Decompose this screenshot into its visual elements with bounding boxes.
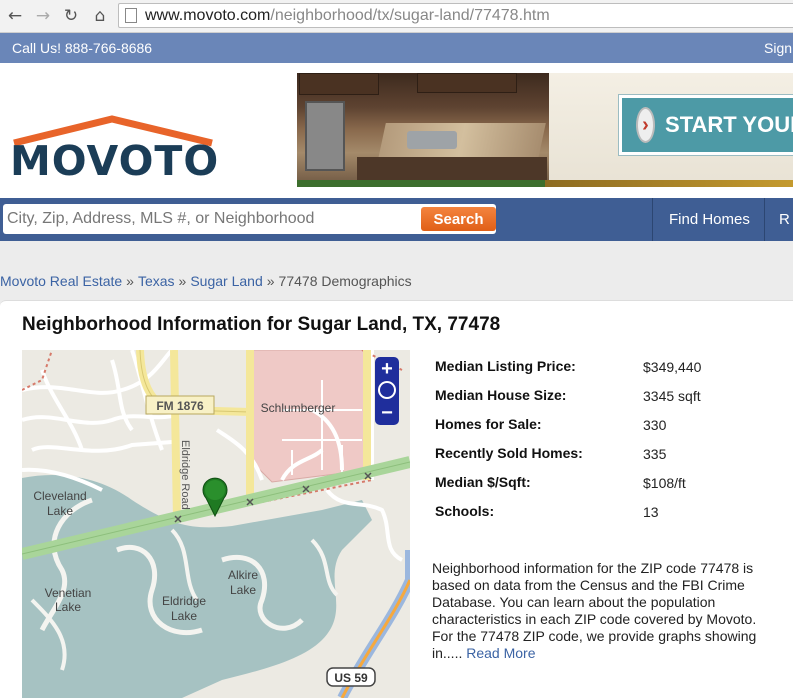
start-your-button[interactable]: › START YOUR — [619, 95, 793, 155]
stat-label: Recently Sold Homes: — [435, 445, 583, 461]
breadcrumb-separator: » — [178, 273, 187, 289]
map-label-schlumberger: Schlumberger — [261, 401, 336, 415]
breadcrumb-separator: » — [266, 273, 275, 289]
search-bar: Search Find Homes R — [0, 198, 793, 241]
search-input[interactable] — [7, 204, 412, 234]
back-arrow-icon[interactable]: ← — [4, 5, 26, 27]
nav-divider — [652, 198, 653, 241]
stat-label: Median $/Sqft: — [435, 474, 531, 490]
stat-row: Median House Size: 3345 sqft — [435, 385, 775, 414]
sign-in-link[interactable]: Sign — [764, 40, 792, 56]
page-title: Neighborhood Information for Sugar Land,… — [22, 314, 501, 335]
map-label-eldridge-lake: Lake — [171, 609, 197, 623]
read-more-link[interactable]: Read More — [466, 645, 535, 661]
map-label-venetian: Venetian — [45, 586, 92, 600]
stat-row: Recently Sold Homes: 335 — [435, 443, 775, 472]
stat-row: Median Listing Price: $349,440 — [435, 356, 775, 385]
map-label-eldridge-road: Eldridge Road — [179, 440, 191, 510]
stat-row: Schools: 13 — [435, 501, 775, 530]
map-label-cleveland: Cleveland — [33, 489, 86, 503]
stat-label: Median House Size: — [435, 387, 567, 403]
map-label-us59: US 59 — [334, 671, 368, 685]
breadcrumb: Movoto Real Estate» Texas» Sugar Land» 7747… — [0, 273, 412, 289]
movoto-logo[interactable]: MOVOTO — [8, 113, 220, 188]
advertisement-banner[interactable]: › START YOUR — [297, 73, 793, 187]
arrow-right-icon: › — [636, 107, 656, 143]
neighborhood-map[interactable]: FM 1876 US 59 Schlumberger Eldridge Road… — [22, 350, 410, 698]
kitchen-photo — [297, 73, 549, 187]
nav-find-homes[interactable]: Find Homes — [669, 211, 750, 228]
stat-row: Median $/Sqft: $108/ft — [435, 472, 775, 501]
reload-icon[interactable]: ↻ — [60, 5, 82, 27]
stat-label: Homes for Sale: — [435, 416, 542, 432]
map-label-fm1876: FM 1876 — [156, 399, 204, 413]
stat-value: 13 — [643, 504, 659, 520]
stat-row: Homes for Sale: 330 — [435, 414, 775, 443]
map-label-alkire: Alkire — [228, 568, 258, 582]
breadcrumb-sugar-land[interactable]: Sugar Land — [190, 273, 262, 289]
site-header: MOVOTO › START YOUR — [0, 63, 793, 198]
map-canvas: FM 1876 US 59 Schlumberger Eldridge Road… — [22, 350, 410, 698]
address-bar[interactable]: www.movoto.com/neighborhood/tx/sugar-lan… — [118, 3, 793, 28]
home-icon[interactable]: ⌂ — [89, 5, 111, 27]
map-label-venetian-lake: Lake — [55, 600, 81, 614]
top-bar: Call Us! 888-766-8686 Sign — [0, 33, 793, 63]
stat-label: Median Listing Price: — [435, 358, 576, 374]
map-label-eldridge: Eldridge — [162, 594, 206, 608]
neighborhood-description: Neighborhood information for the ZIP cod… — [432, 560, 762, 662]
nav-item-next[interactable]: R — [779, 211, 790, 228]
nav-divider — [764, 198, 765, 241]
stat-value: 3345 sqft — [643, 388, 701, 404]
map-label-cleveland-lake: Lake — [47, 504, 73, 518]
stat-value: $108/ft — [643, 475, 686, 491]
breadcrumb-texas[interactable]: Texas — [138, 273, 175, 289]
search-button[interactable]: Search — [421, 207, 496, 231]
stat-value: $349,440 — [643, 359, 702, 375]
stat-label: Schools: — [435, 503, 495, 519]
url-path: /neighborhood/tx/sugar-land/77478.htm — [270, 6, 550, 24]
zoom-in-button[interactable]: + — [375, 359, 399, 379]
stat-value: 330 — [643, 417, 667, 433]
start-your-label: START YOUR — [665, 112, 793, 137]
search-box: Search — [3, 204, 496, 234]
globe-icon[interactable] — [378, 381, 396, 399]
logo-text: MOVOTO — [10, 137, 220, 185]
breadcrumb-movoto-real-estate[interactable]: Movoto Real Estate — [0, 273, 122, 289]
map-label-alkire-lake: Lake — [230, 583, 256, 597]
map-zoom-control: + − — [375, 357, 399, 425]
stat-value: 335 — [643, 446, 667, 462]
breadcrumb-separator: » — [126, 273, 134, 289]
url-host: www.movoto.com — [145, 6, 271, 24]
browser-toolbar: ← → ↻ ⌂ www.movoto.com/neighborhood/tx/s… — [0, 0, 793, 33]
breadcrumb-current: 77478 Demographics — [278, 273, 412, 289]
forward-arrow-icon[interactable]: → — [32, 5, 54, 27]
call-us-text: Call Us! 888-766-8686 — [12, 40, 153, 56]
page-icon — [125, 8, 137, 23]
zoom-out-button[interactable]: − — [375, 403, 399, 423]
